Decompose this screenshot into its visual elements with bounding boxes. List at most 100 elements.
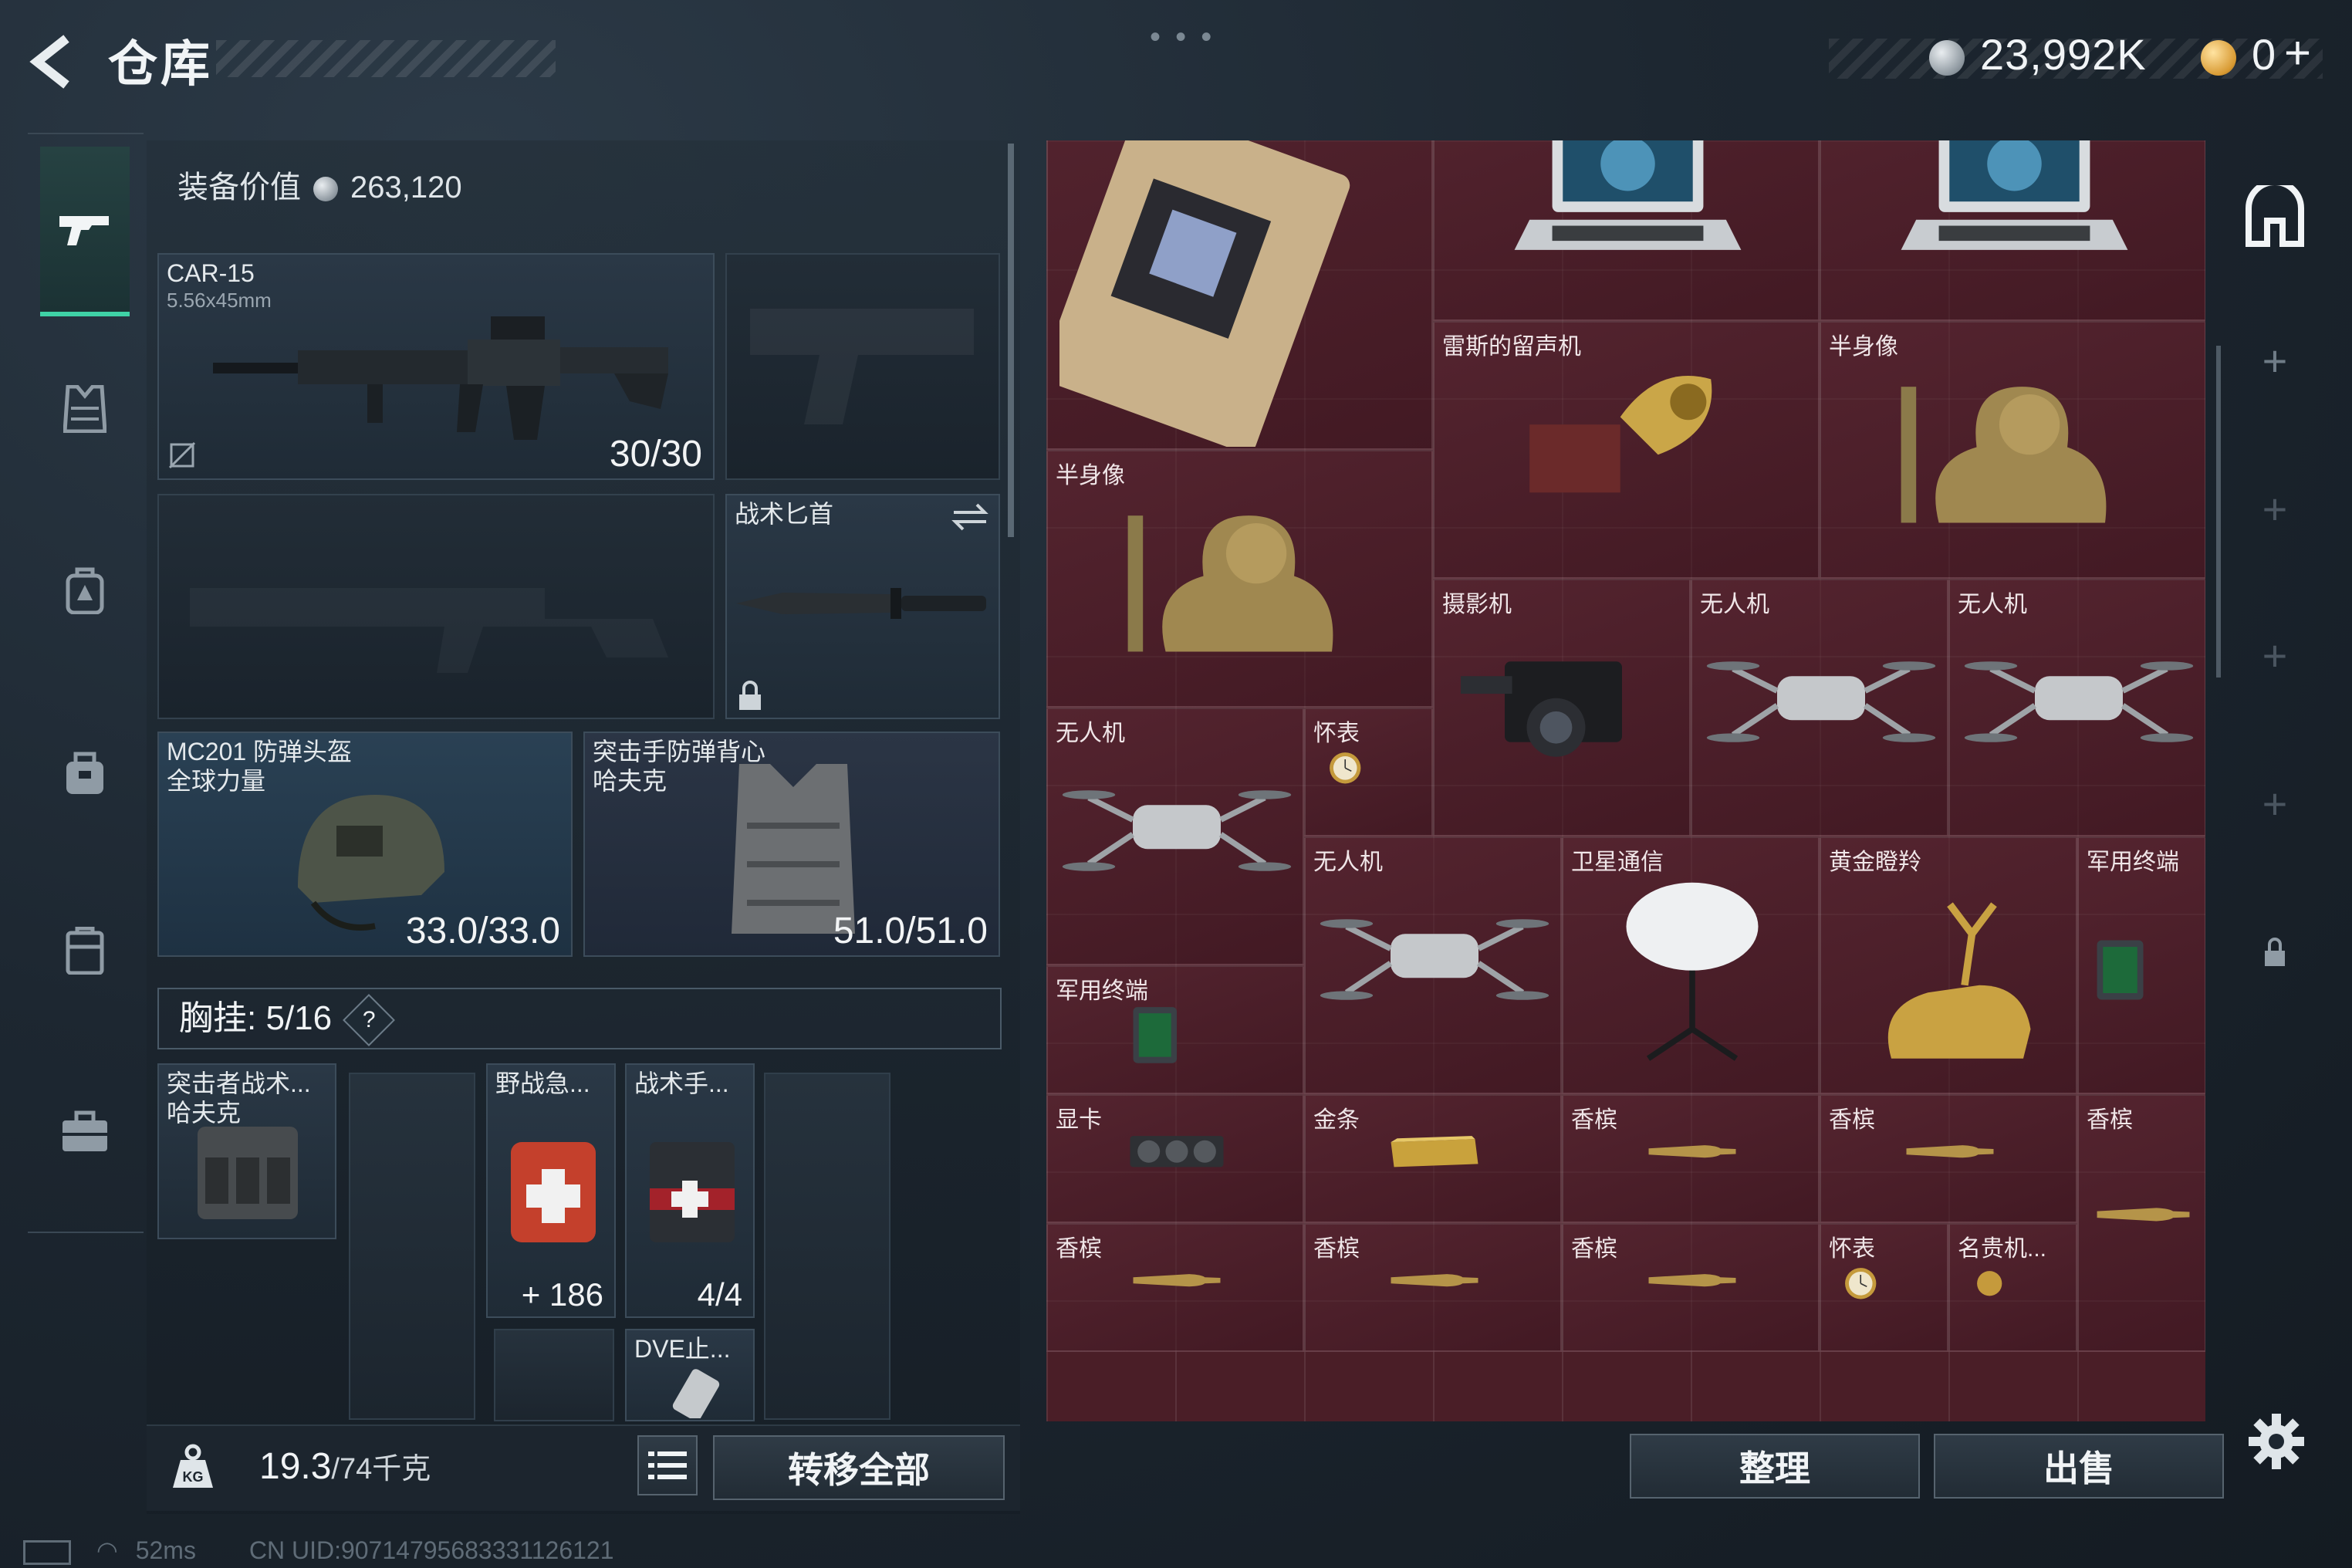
tactical-kit-name: 战术手... [634,1070,729,1097]
current-weight: 19.3 [259,1446,332,1487]
primary-weapon-slot[interactable]: CAR-15 5.56x45mm 30/30 [157,253,715,480]
storage-item[interactable]: 黄金瞪羚 [1820,836,2077,1094]
storage-item[interactable]: 无人机 [1948,579,2205,836]
storage-item[interactable]: 笔记本 [1820,140,2205,321]
helmet-slot[interactable]: MC201 防弹头盔 全球力量 33.0/33.0 [157,732,573,957]
storage-item[interactable]: 香槟 [1304,1223,1562,1352]
add-gold-button[interactable]: + [2284,26,2312,79]
storage-item[interactable]: 香槟 [1562,1223,1820,1352]
rifle-icon [213,316,668,440]
storage-home-icon[interactable] [2242,179,2307,250]
storage-item[interactable]: 金条 [1304,1094,1562,1223]
drone-icon [1964,661,2194,742]
gold-bar-icon [1391,1136,1478,1168]
storage-item-label: 半身像 [1056,463,1125,488]
more-dots-icon[interactable]: • • • [1150,20,1215,55]
page-title: 仓库 [108,36,213,92]
lock-icon [739,681,761,710]
computing-unit-icon [1059,140,1350,447]
storage-item-label: 怀表 [1313,721,1360,746]
back-arrow-icon[interactable] [23,31,85,93]
silver-coin-icon [1929,40,1965,76]
secondary-weapon-slot[interactable] [157,494,715,719]
nav-briefcase[interactable] [40,1046,130,1216]
painkiller-item[interactable]: DVE止... [625,1329,755,1421]
champagne-icon [1906,1145,1994,1158]
loadout-scrollbar[interactable] [1008,144,1014,537]
storage-item[interactable]: 笔记本 [1433,140,1820,321]
add-tab-button[interactable]: + [2253,634,2296,678]
watch-icon [1977,1271,2002,1296]
storage-item-label: 军用终端 [1056,978,1148,1004]
chest-rig-capacity: 5/16 [265,999,333,1037]
storage-item[interactable]: 无人机 [1046,708,1304,965]
storage-item[interactable]: 卫星通信 [1562,836,1820,1094]
drone-icon [1062,790,1292,871]
knife-slot[interactable]: 战术匕首 [725,494,1000,719]
list-icon [648,1451,687,1479]
storage-scrollbar[interactable] [2216,346,2221,678]
bag-icon [66,752,103,794]
gramophone-icon [1529,376,1712,493]
storage-item[interactable]: 半身像 [1046,450,1433,708]
satellite-icon [1626,882,1759,1061]
storage-item[interactable]: 雷斯的留声机 [1433,321,1820,579]
add-tab-button[interactable]: + [2253,340,2296,383]
swap-icon[interactable] [951,502,989,532]
gold-amount: 0 [2252,30,2277,79]
wifi-icon: ◠ [96,1536,118,1564]
svg-text:KG: KG [183,1469,204,1485]
storage-item[interactable]: 怀表 [1820,1223,1948,1352]
storage-item[interactable]: 半身像 [1820,321,2205,579]
storage-item[interactable]: 摄影机 [1433,579,1691,836]
storage-item[interactable]: 香槟 [2077,1094,2205,1352]
list-view-button[interactable] [637,1435,698,1495]
add-tab-button[interactable]: + [2253,782,2296,826]
storage-item[interactable]: 显卡 [1046,1094,1304,1223]
armor-brand: 哈夫克 [593,767,667,795]
nav-armor[interactable] [40,324,130,494]
storage-item[interactable]: 怀表 [1304,708,1433,836]
storage-item[interactable]: 香槟 [1820,1094,2077,1223]
sort-button[interactable]: 整理 [1630,1434,1920,1499]
add-tab-button[interactable]: + [2253,488,2296,531]
storage-item[interactable]: 名贵机... [1948,1223,2077,1352]
chest-rig-bar: 胸挂: 5/16 ? [157,988,1002,1049]
armor-slot[interactable]: 突击手防弹背心 哈夫克 51.0/51.0 [583,732,1000,957]
storage-item-label: 显卡 [1056,1107,1102,1133]
terminal-icon [2097,940,2144,1000]
storage-item[interactable]: 无人机 [1691,579,1948,836]
backpack-icon [66,567,104,614]
gazelle-icon [1887,902,2031,1059]
nav-weapons[interactable] [40,147,130,316]
equip-value: 263,120 [350,171,462,204]
transfer-all-button[interactable]: 转移全部 [713,1435,1005,1500]
nav-backpack[interactable] [40,505,130,675]
rifle-silhouette-icon [190,588,668,673]
weight-icon: KG [168,1441,218,1491]
chest-rig-item[interactable]: 突击者战术... 哈夫克 [157,1063,336,1239]
helmet-brand: 全球力量 [167,767,266,795]
pistol-slot[interactable] [725,253,1000,480]
first-aid-item[interactable]: 野战急... + 186 [486,1063,616,1318]
storage-item[interactable]: 香槟 [1046,1223,1304,1352]
help-icon[interactable]: ? [343,994,396,1047]
storage-item[interactable]: 香槟 [1562,1094,1820,1223]
medical-pouch-icon [650,1142,735,1242]
sell-button[interactable]: 出售 [1934,1434,2224,1499]
storage-grid[interactable]: 超算单元笔记本笔记本雷斯的留声机半身像半身像摄影机无人机无人机无人机怀表无人机卫… [1046,140,2205,1421]
bust-icon [1127,515,1333,652]
silver-amount: 23,992K [1980,30,2147,79]
gear-icon[interactable] [2247,1412,2306,1471]
storage-item[interactable]: 军用终端 [2077,836,2205,1094]
storage-item-label: 无人机 [1056,721,1125,746]
storage-item[interactable]: 超算单元 [1046,140,1433,450]
storage-item-label: 香槟 [1571,1236,1617,1262]
storage-item[interactable]: 无人机 [1304,836,1562,1094]
camera-icon [1461,661,1622,757]
nav-bag[interactable] [40,687,130,857]
storage-item-label: 名贵机... [1958,1236,2047,1262]
tactical-kit-item[interactable]: 战术手... 4/4 [625,1063,755,1318]
nav-case[interactable] [40,866,130,1036]
storage-item[interactable]: 军用终端 [1046,965,1304,1094]
